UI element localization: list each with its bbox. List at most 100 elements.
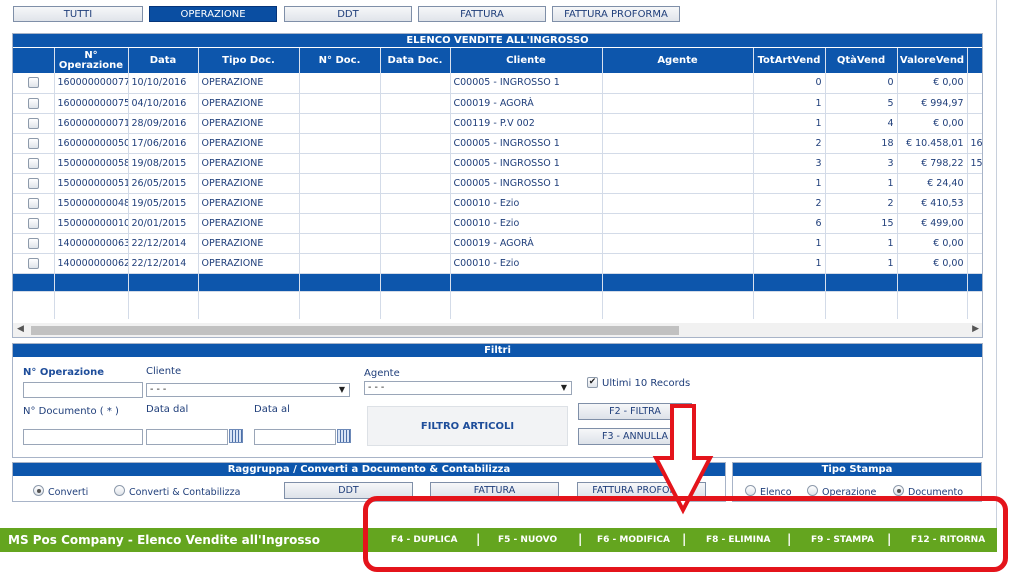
stampa-elenco-radio[interactable] — [745, 485, 756, 496]
data-al-input[interactable] — [254, 429, 336, 445]
cell-n-operazione: 140000000062 — [54, 253, 129, 274]
cell-tipo-doc: OPERAZIONE — [198, 213, 300, 234]
cell-data-doc — [380, 73, 451, 94]
tipo-stampa-title: Tipo Stampa — [733, 463, 981, 476]
cliente-label: Cliente — [146, 366, 182, 377]
cell-p — [967, 173, 982, 194]
stampa-documento-radio[interactable] — [893, 485, 904, 496]
agente-select-value: - - - — [368, 382, 385, 393]
calendar-icon[interactable] — [337, 429, 351, 443]
cell-qta-vend: 1 — [825, 253, 898, 274]
row-checkbox[interactable] — [27, 97, 39, 109]
cell-cliente: C00119 - P.V 002 — [450, 113, 603, 134]
cell-n-operazione: 150000000048 — [54, 193, 129, 214]
col-n-operazione[interactable]: N° Operazione — [54, 48, 129, 73]
row-checkbox[interactable] — [27, 257, 39, 269]
scroll-right-icon[interactable]: ▶ — [972, 324, 979, 334]
filtro-articoli-button[interactable]: FILTRO ARTICOLI — [367, 406, 568, 446]
cell-cliente: C00010 - Ezio — [450, 253, 603, 274]
converti-radio[interactable] — [33, 485, 44, 496]
table-row[interactable]: 150000000051 26/05/2015 OPERAZIONE C0000… — [13, 173, 982, 194]
agente-select[interactable]: - - - ▼ — [364, 381, 572, 395]
cell-n-doc — [299, 193, 381, 214]
table-row[interactable]: 140000000063 22/12/2014 OPERAZIONE C0001… — [13, 233, 982, 254]
cell-qta-vend: 5 — [825, 93, 898, 114]
cell-n-doc — [299, 253, 381, 274]
cell-cliente: C00010 - Ezio — [450, 193, 603, 214]
app-title: MS Pos Company - Elenco Vendite all'Ingr… — [8, 533, 320, 547]
row-checkbox[interactable] — [27, 237, 39, 249]
table-row[interactable]: 150000000010 20/01/2015 OPERAZIONE C0001… — [13, 213, 982, 234]
row-checkbox[interactable] — [27, 77, 39, 89]
table-row[interactable]: 150000000048 19/05/2015 OPERAZIONE C0001… — [13, 193, 982, 214]
table-row[interactable]: 160000000077 10/10/2016 OPERAZIONE C0000… — [13, 73, 982, 94]
tab-fattura[interactable]: FATTURA — [418, 6, 546, 22]
col-agente[interactable]: Agente — [602, 48, 754, 73]
col-n-doc[interactable]: N° Doc. — [299, 48, 381, 73]
cell-valore-vend: € 410,53 — [897, 193, 968, 214]
tab-operazione[interactable]: OPERAZIONE — [149, 6, 277, 22]
cell-qta-vend: 18 — [825, 133, 898, 154]
tab-ddt[interactable]: DDT — [284, 6, 412, 22]
cell-agente — [602, 233, 754, 254]
cell-tipo-doc: OPERAZIONE — [198, 113, 300, 134]
row-checkbox[interactable] — [27, 137, 39, 149]
calendar-icon[interactable] — [229, 429, 243, 443]
col-qta-vend[interactable]: QtàVend — [825, 48, 898, 73]
col-data[interactable]: Data — [128, 48, 199, 73]
cell-data-doc — [380, 153, 451, 174]
cell-n-operazione: 160000000077 — [54, 73, 129, 94]
cell-p — [967, 93, 982, 114]
scrollbar-thumb[interactable] — [31, 326, 679, 335]
cell-tot-art-vend: 1 — [753, 113, 826, 134]
data-dal-input[interactable] — [146, 429, 228, 445]
table-row[interactable]: 150000000058 19/08/2015 OPERAZIONE C0000… — [13, 153, 982, 174]
converti-contabilizza-radio[interactable] — [114, 485, 125, 496]
row-checkbox[interactable] — [27, 197, 39, 209]
col-p[interactable]: P — [967, 48, 982, 73]
col-tipo-doc[interactable]: Tipo Doc. — [198, 48, 300, 73]
sales-grid: ELENCO VENDITE ALL'INGROSSO N° Operazion… — [12, 33, 983, 338]
horizontal-scrollbar[interactable]: ◀ ▶ — [13, 323, 982, 337]
ultimi-10-checkbox[interactable]: ✔ — [587, 377, 598, 388]
cell-agente — [602, 153, 754, 174]
table-row[interactable]: 160000000075 04/10/2016 OPERAZIONE C0001… — [13, 93, 982, 114]
col-tot-art-vend[interactable]: TotArtVend — [753, 48, 826, 73]
row-checkbox[interactable] — [27, 117, 39, 129]
col-data-doc[interactable]: Data Doc. — [380, 48, 451, 73]
cell-valore-vend: € 798,22 — [897, 153, 968, 174]
cell-agente — [602, 93, 754, 114]
scroll-left-icon[interactable]: ◀ — [17, 324, 24, 334]
table-row[interactable]: 160000000050 17/06/2016 OPERAZIONE C0000… — [13, 133, 982, 154]
cell-data-doc — [380, 253, 451, 274]
cell-agente — [602, 113, 754, 134]
n-operazione-input[interactable] — [23, 382, 143, 398]
tab-fattura-proforma[interactable]: FATTURA PROFORMA — [552, 6, 680, 22]
cell-data-doc — [380, 93, 451, 114]
cell-tot-art-vend: 1 — [753, 233, 826, 254]
cell-tipo-doc: OPERAZIONE — [198, 253, 300, 274]
cell-tipo-doc: OPERAZIONE — [198, 153, 300, 174]
cell-cliente: C00005 - INGROSSO 1 — [450, 133, 603, 154]
cell-tot-art-vend: 2 — [753, 133, 826, 154]
cell-n-doc — [299, 213, 381, 234]
row-checkbox[interactable] — [27, 157, 39, 169]
table-row[interactable]: 160000000071 28/09/2016 OPERAZIONE C0011… — [13, 113, 982, 134]
col-valore-vend[interactable]: ValoreVend — [897, 48, 968, 73]
cell-data-doc — [380, 193, 451, 214]
cliente-select[interactable]: - - - ▼ — [146, 383, 350, 397]
col-select — [13, 48, 55, 73]
n-operazione-label: N° Operazione — [23, 367, 104, 378]
row-checkbox[interactable] — [27, 177, 39, 189]
cell-n-operazione: 150000000051 — [54, 173, 129, 194]
cell-tot-art-vend: 0 — [753, 73, 826, 94]
table-row[interactable]: 140000000062 22/12/2014 OPERAZIONE C0001… — [13, 253, 982, 274]
stampa-operazione-radio[interactable] — [807, 485, 818, 496]
n-documento-input[interactable] — [23, 429, 143, 445]
tab-tutti[interactable]: TUTTI — [13, 6, 143, 22]
row-checkbox[interactable] — [27, 217, 39, 229]
col-cliente[interactable]: Cliente — [450, 48, 603, 73]
n-documento-label: N° Documento ( * ) — [23, 406, 119, 417]
cell-tipo-doc: OPERAZIONE — [198, 233, 300, 254]
chevron-down-icon: ▼ — [560, 383, 567, 392]
